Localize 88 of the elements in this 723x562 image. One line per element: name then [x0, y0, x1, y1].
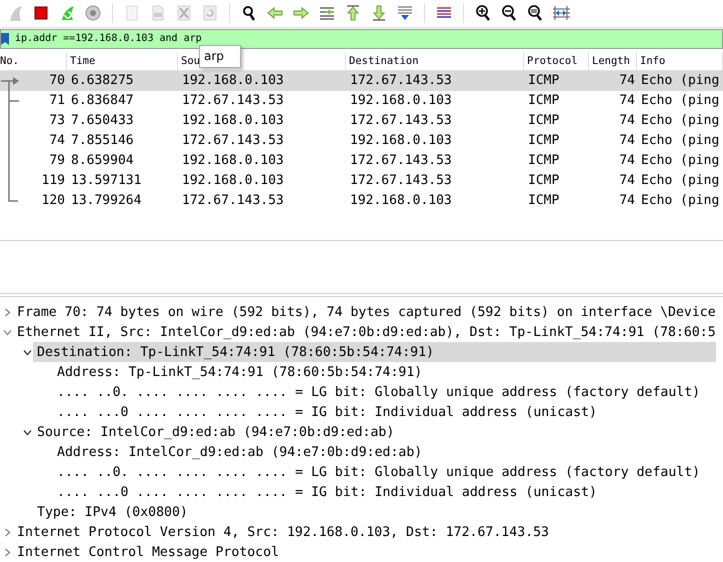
column-header[interactable]: No.: [0, 52, 67, 70]
table-cell-text: 13.597131: [70, 173, 142, 188]
column-header[interactable]: Protocol: [524, 52, 589, 70]
tree-item[interactable]: Address: IntelCor_d9:ed:ab (94:e7:0b:d9:ed:ab): [53, 442, 716, 462]
packet-row[interactable]: 120 13.799264 172.67.143.53 192.168.0.103 ICMP 74 Echo (ping: [0, 190, 723, 211]
tree-item[interactable]: Address: Tp-LinkT_54:74:91 (78:60:5b:54:74:91): [53, 362, 716, 382]
table-cell-text: 192.168.0.103: [181, 113, 285, 128]
table-cell-text: 172.67.143.53: [349, 173, 453, 188]
column-header[interactable]: Info: [637, 52, 723, 70]
table-cell-text: 120: [40, 193, 66, 208]
resize-columns-icon: [552, 4, 570, 22]
table-cell-text: 70: [48, 73, 66, 88]
packet-row[interactable]: 70 6.638275 192.168.0.103 172.67.143.53 ICMP 74 Echo (ping: [0, 70, 723, 91]
table-cell-text: 74: [618, 93, 636, 108]
table-cell-text: ICMP: [527, 133, 560, 148]
tree-item[interactable]: Internet Protocol Version 4, Src: 192.168.0.103, Dst: 172.67.143.53: [13, 522, 716, 542]
table-cell-text: Echo (ping: [640, 153, 720, 168]
autoscroll-icon: [396, 4, 414, 22]
table-cell-text: Echo (ping: [640, 173, 720, 188]
table-cell-text: 192.168.0.103: [181, 73, 285, 88]
tree-item[interactable]: .... ..0. .... .... .... .... = LG bit: Globally unique address (factory default): [53, 382, 716, 402]
table-cell-text: 172.67.143.53: [349, 113, 453, 128]
zoom-reset-icon: [526, 4, 544, 22]
suggestion-item[interactable]: arp: [200, 48, 240, 65]
table-cell-text: 74: [618, 193, 636, 208]
table-cell-text: 172.67.143.53: [181, 193, 285, 208]
table-cell-text: Echo (ping: [640, 113, 720, 128]
table-cell-text: 13.799264: [70, 193, 142, 208]
table-cell-text: ICMP: [527, 153, 560, 168]
tree-item[interactable]: Ethernet II, Src: IntelCor_d9:ed:ab (94:e7:0b:d9:ed:ab), Dst: Tp-LinkT_54:74:91 (78:60:5: [13, 322, 716, 342]
table-cell-text: 71: [48, 93, 66, 108]
down-arrow-icon: [370, 4, 388, 22]
tree-item[interactable]: Destination: Tp-LinkT_54:74:91 (78:60:5b:54:74:91): [33, 342, 716, 362]
table-cell-text: 79: [48, 153, 66, 168]
table-cell-text: 172.67.143.53: [349, 153, 453, 168]
table-cell-text: 172.67.143.53: [349, 73, 453, 88]
table-cell-text: Echo (ping: [640, 73, 720, 88]
table-cell-text: 7.855146: [70, 133, 135, 148]
table-cell-text: 73: [48, 113, 66, 128]
close-file-icon: [175, 4, 193, 22]
table-cell-text: 192.168.0.103: [349, 193, 453, 208]
table-cell-text: Echo (ping: [640, 93, 720, 108]
table-cell-text: 74: [618, 73, 636, 88]
table-cell-text: ICMP: [527, 93, 560, 108]
packet-row[interactable]: 79 8.659904 192.168.0.103 172.67.143.53 ICMP 74 Echo (ping: [0, 150, 723, 171]
table-cell-text: ICMP: [527, 193, 560, 208]
stop-icon: [32, 4, 50, 22]
table-cell-text: 192.168.0.103: [181, 153, 285, 168]
table-cell-text: 192.168.0.103: [181, 173, 285, 188]
table-cell-text: 8.659904: [70, 153, 135, 168]
table-cell-text: 74: [618, 133, 636, 148]
column-header[interactable]: Destination: [346, 52, 524, 70]
table-cell-text: ICMP: [527, 173, 560, 188]
zoom-out-icon: [500, 4, 518, 22]
table-cell-text: 6.836847: [70, 93, 135, 108]
tree-item[interactable]: Type: IPv4 (0x0800): [33, 502, 716, 522]
tree-item[interactable]: Source: IntelCor_d9:ed:ab (94:e7:0b:d9:ed:ab): [33, 422, 716, 442]
tree-item[interactable]: .... ...0 .... .... .... .... = IG bit: Individual address (unicast): [53, 482, 716, 502]
table-cell-text: 74: [618, 113, 636, 128]
table-cell-text: ICMP: [527, 113, 560, 128]
packet-row[interactable]: 74 7.855146 172.67.143.53 192.168.0.103 ICMP 74 Echo (ping: [0, 130, 723, 151]
table-cell-text: 172.67.143.53: [181, 133, 285, 148]
tree-item[interactable]: .... ..0. .... .... .... .... = LG bit: Globally unique address (factory default): [53, 462, 716, 482]
table-cell-text: 192.168.0.103: [349, 93, 453, 108]
table-cell-text: 74: [48, 133, 66, 148]
tree-item[interactable]: Internet Control Message Protocol: [13, 542, 716, 562]
zoom-in-icon: [474, 4, 492, 22]
table-cell-text: Echo (ping: [640, 193, 720, 208]
table-cell-text: 172.67.143.53: [181, 93, 285, 108]
table-cell-text: 74: [618, 153, 636, 168]
table-cell-text: 7.650433: [70, 113, 135, 128]
table-cell-text: Echo (ping: [640, 133, 720, 148]
table-cell-text: 119: [40, 173, 66, 188]
table-cell-text: 6.638275: [70, 73, 135, 88]
display-filter-field[interactable]: ip.addr ==192.168.0.103 and arp: [0, 28, 723, 49]
table-cell-text: ICMP: [527, 73, 560, 88]
packet-row[interactable]: 71 6.836847 172.67.143.53 192.168.0.103 ICMP 74 Echo (ping: [0, 90, 723, 111]
table-cell-text: 74: [618, 173, 636, 188]
packet-row[interactable]: 73 7.650433 192.168.0.103 172.67.143.53 ICMP 74 Echo (ping: [0, 110, 723, 131]
up-arrow-icon: [344, 4, 362, 22]
search-icon: [240, 4, 258, 22]
column-header[interactable]: Time: [67, 52, 178, 70]
table-cell-text: 192.168.0.103: [349, 133, 453, 148]
packet-row[interactable]: 119 13.597131 192.168.0.103 172.67.143.53 ICMP 74 Echo (ping: [0, 170, 723, 191]
tree-item[interactable]: Frame 70: 74 bytes on wire (592 bits), 74 bytes captured (592 bits) on interface \Device: [13, 302, 716, 322]
reload-icon: [201, 4, 219, 22]
tree-item[interactable]: .... ...0 .... .... .... .... = IG bit: Individual address (unicast): [53, 402, 716, 422]
column-header[interactable]: Length: [589, 52, 637, 70]
